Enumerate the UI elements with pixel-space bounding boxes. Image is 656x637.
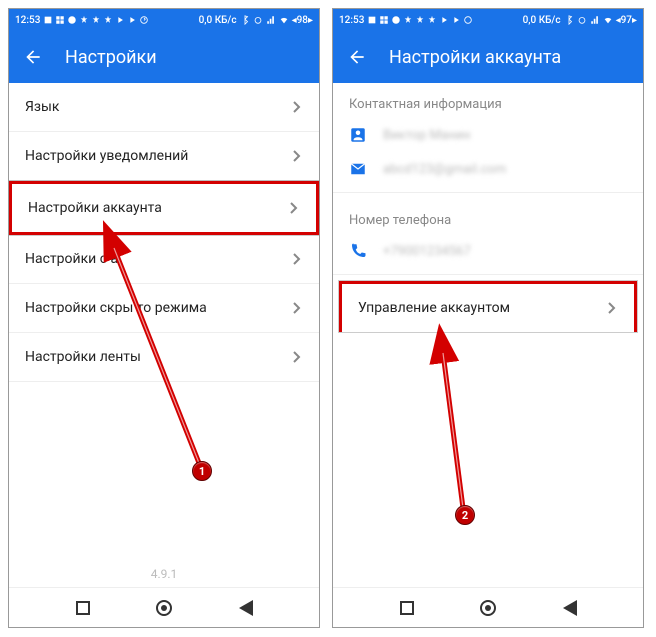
app-bar: Настройки <box>9 31 319 83</box>
contact-email: abcd123@gmail.com <box>383 162 506 177</box>
nav-recent-icon[interactable] <box>76 601 90 615</box>
status-bar: 12:53 0,0 КБ/с ◂98▸ <box>9 9 319 31</box>
section-phone: Номер телефона <box>333 199 643 234</box>
item-label: Настройки аккаунта <box>28 200 162 216</box>
bluetooth-icon <box>240 15 250 25</box>
chevron-right-icon <box>290 202 298 214</box>
nav-bar <box>333 587 643 627</box>
page-title: Настройки <box>65 47 157 68</box>
back-icon[interactable] <box>347 47 367 67</box>
chevron-right-icon <box>293 302 301 314</box>
item-account-settings[interactable]: Настройки аккаунта <box>9 181 319 235</box>
nav-back-icon[interactable] <box>239 600 253 616</box>
phone-right: 12:53 0,0 КБ/с ◂97▸ Настройки акка <box>332 8 644 628</box>
contact-name: Виктор Манин <box>383 128 470 143</box>
battery-left: ◂98▸ <box>292 15 313 26</box>
status-icons-left <box>43 15 149 25</box>
alarm-icon <box>577 15 587 25</box>
battery-right: ◂97▸ <box>616 15 637 26</box>
phone-left: 12:53 0,0 КБ/с ◂98▸ Настройки <box>8 8 320 628</box>
app-bar: Настройки аккаунта <box>333 31 643 83</box>
annotation-marker-2: 2 <box>455 505 475 525</box>
page-title: Настройки аккаунта <box>389 47 561 68</box>
chevron-right-icon <box>293 253 301 265</box>
status-icons-left <box>367 15 473 25</box>
settings-list: Язык Настройки уведомлений Настройки акк… <box>9 83 319 587</box>
chevron-right-icon <box>293 351 301 363</box>
phone-icon <box>349 242 367 260</box>
nav-back-icon[interactable] <box>563 600 577 616</box>
email-icon <box>349 160 367 178</box>
status-time: 12:53 <box>339 15 364 26</box>
status-time: 12:53 <box>15 15 40 26</box>
item-label: Настройки с а <box>25 251 118 267</box>
nav-bar <box>9 587 319 627</box>
back-icon[interactable] <box>23 47 43 67</box>
item-label: Язык <box>25 99 59 115</box>
item-manage-account[interactable]: Управление аккаунтом <box>339 281 637 332</box>
nav-home-icon[interactable] <box>480 600 496 616</box>
alarm-icon <box>253 15 263 25</box>
status-bar: 12:53 0,0 КБ/с ◂97▸ <box>333 9 643 31</box>
contact-name-row[interactable]: Виктор Манин <box>333 118 643 152</box>
chevron-right-icon <box>608 302 616 314</box>
status-net: 0,0 КБ/с <box>199 15 237 26</box>
item-label: Настройки уведомлений <box>25 148 188 164</box>
phone-number: +79001234567 <box>383 244 471 259</box>
wifi-icon <box>603 15 613 25</box>
contact-email-row[interactable]: abcd123@gmail.com <box>333 152 643 186</box>
bluetooth-icon <box>564 15 574 25</box>
annotation-marker-1: 1 <box>192 461 212 481</box>
signal-icon <box>590 15 600 25</box>
person-icon <box>349 126 367 144</box>
item-language[interactable]: Язык <box>9 83 319 132</box>
item-label: Управление аккаунтом <box>358 300 510 316</box>
status-net: 0,0 КБ/с <box>523 15 561 26</box>
nav-home-icon[interactable] <box>156 600 172 616</box>
item-label: Настройки скры то режима <box>25 300 207 316</box>
nav-recent-icon[interactable] <box>400 601 414 615</box>
chevron-right-icon <box>293 150 301 162</box>
item-notifications[interactable]: Настройки уведомлений <box>9 132 319 181</box>
chevron-right-icon <box>293 101 301 113</box>
account-content: Контактная информация Виктор Манин abcd1… <box>333 83 643 587</box>
item-settings-4[interactable]: Настройки с а <box>9 235 319 284</box>
wifi-icon <box>279 15 289 25</box>
item-label: Настройки ленты <box>25 349 141 365</box>
signal-icon <box>266 15 276 25</box>
item-feed[interactable]: Настройки ленты <box>9 333 319 382</box>
item-hidden-mode[interactable]: Настройки скры то режима <box>9 284 319 333</box>
phone-row[interactable]: +79001234567 <box>333 234 643 268</box>
section-contact-info: Контактная информация <box>333 83 643 118</box>
version-label: 4.9.1 <box>9 567 319 581</box>
